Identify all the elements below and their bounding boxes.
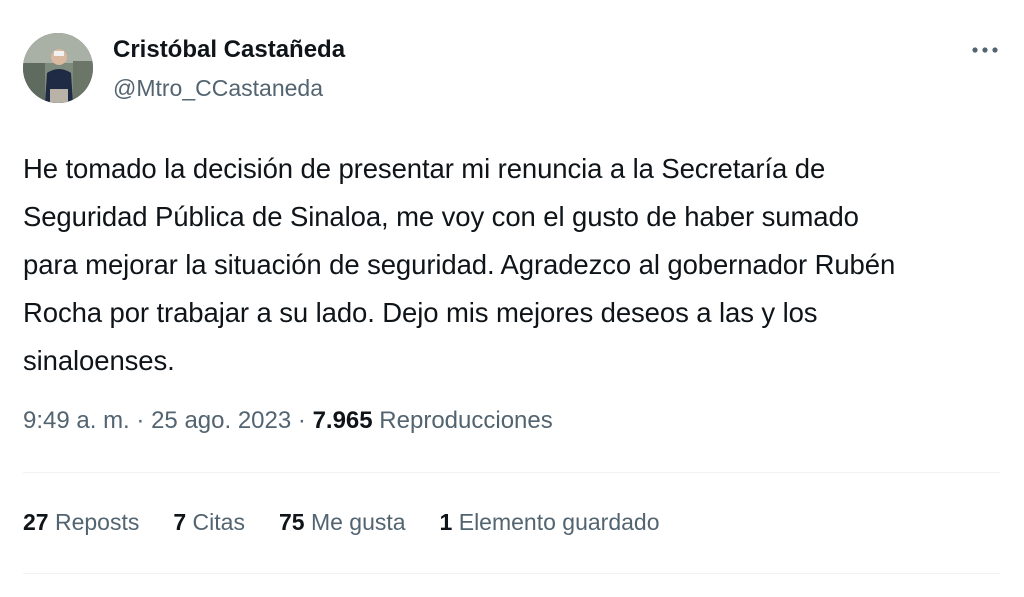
avatar[interactable] <box>23 33 93 103</box>
tweet-time-link[interactable]: 9:49 a. m. · 25 ago. 2023 <box>23 407 291 434</box>
divider <box>23 573 1000 574</box>
bookmarks-label: Elemento guardado <box>458 509 660 535</box>
quotes-label: Citas <box>192 509 245 535</box>
author-display-name[interactable]: Cristóbal Castañeda <box>113 36 345 64</box>
bookmarks-count: 1 <box>439 509 453 535</box>
tweet-text: He tomado la decisión de presentar mi re… <box>23 153 896 376</box>
meta-separator: · <box>136 407 145 434</box>
meta-separator: · <box>297 407 306 434</box>
views-count: 7.965 <box>312 407 373 434</box>
likes-count: 75 <box>278 509 305 535</box>
profile-photo-icon <box>23 33 93 103</box>
reposts-count: 27 <box>23 509 49 535</box>
reposts-stat[interactable]: 27 Reposts <box>23 509 139 536</box>
author-handle[interactable]: @Mtro_CCastaneda <box>113 75 323 102</box>
tweet-date: 25 ago. 2023 <box>151 407 292 434</box>
more-horizontal-icon <box>972 47 998 53</box>
likes-stat[interactable]: 75 Me gusta <box>279 509 406 536</box>
engagement-stats: 27 Reposts 7 Citas 75 Me gusta 1 Element… <box>23 509 694 536</box>
views-label: Reproducciones <box>379 407 553 434</box>
tweet-metadata: 9:49 a. m. · 25 ago. 2023 · 7.965 Reprod… <box>23 407 553 435</box>
tweet-time: 9:49 a. m. <box>23 407 130 434</box>
more-options-button[interactable] <box>966 36 1004 64</box>
divider <box>23 472 1000 473</box>
quotes-stat[interactable]: 7 Citas <box>173 509 245 536</box>
reposts-label: Reposts <box>54 509 140 535</box>
quotes-count: 7 <box>173 509 187 535</box>
tweet-card: Cristóbal Castañeda @Mtro_CCastaneda He … <box>0 0 1024 597</box>
bookmarks-stat[interactable]: 1 Elemento guardado <box>440 509 660 536</box>
likes-label: Me gusta <box>310 509 406 535</box>
